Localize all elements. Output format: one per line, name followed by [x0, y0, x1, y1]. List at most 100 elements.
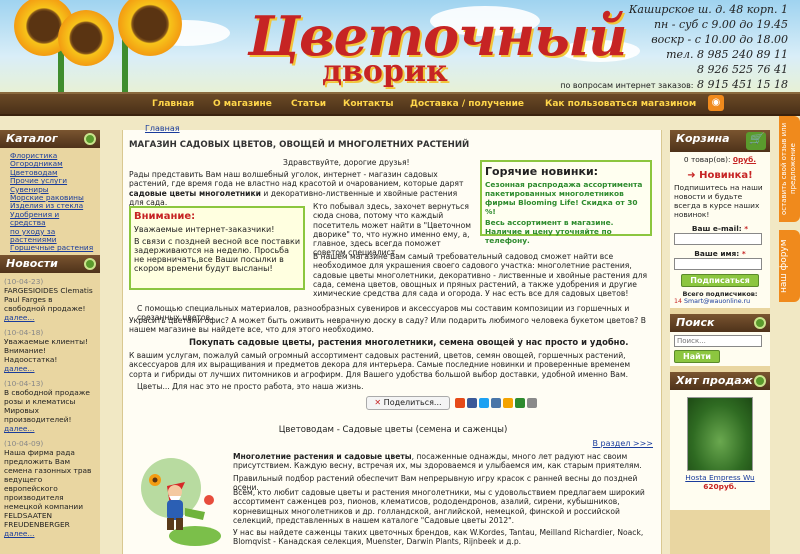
subscribers-label: Всего подписчиков:	[682, 290, 758, 298]
gnome-image	[141, 458, 221, 546]
product-price: 620руб.	[703, 482, 737, 491]
catalog-item[interactable]: Удобрения и средства	[10, 210, 96, 228]
facebook-icon[interactable]	[467, 398, 477, 408]
news-header: Новости	[0, 254, 100, 273]
online-orders-label: по вопросам интернет заказов:	[560, 81, 694, 90]
sunflower-icon	[58, 10, 114, 66]
intro-bold: садовые цветы многолетники	[129, 188, 261, 198]
social-icon[interactable]	[503, 398, 513, 408]
nav-how-to-use[interactable]: Как пользоваться магазином	[545, 99, 696, 109]
cart-header: Корзина 🛒	[670, 130, 770, 152]
share-icon: ✕	[374, 398, 382, 407]
life-text: Цветы... Для нас это не просто работа, э…	[137, 382, 364, 391]
nav-contacts[interactable]: Контакты	[343, 99, 394, 109]
catalog-item[interactable]: Горшечные растения	[10, 244, 96, 253]
search-input[interactable]	[674, 335, 762, 347]
logo-subtitle[interactable]: дворик	[322, 54, 448, 89]
forum-tab[interactable]: наш форум	[779, 230, 800, 302]
visitor-text: Кто побывал здесь, захочет вернуться сюд…	[313, 202, 472, 258]
social-icon[interactable]	[515, 398, 525, 408]
news-list: (10-04-23) FARGESIOIDES Clematis Paul Far…	[0, 273, 100, 542]
brands-text: У нас вы найдете саженцы таких цветочных…	[233, 528, 644, 547]
news-text: Наша фирма рада предложить Вам семена га…	[4, 447, 92, 529]
product-name[interactable]: Hosta Empress Wu	[674, 473, 766, 482]
breadcrumb[interactable]: Главная	[145, 124, 180, 133]
main-nav: Главная О магазине Статьи Контакты Доста…	[0, 92, 800, 116]
attention-text: В связи с поздней весной все поставки за…	[134, 237, 301, 273]
social-icon[interactable]	[455, 398, 465, 408]
cart-icon[interactable]: 🛒	[746, 132, 766, 150]
social-icon[interactable]	[527, 398, 537, 408]
nav-about[interactable]: О магазине	[213, 99, 272, 109]
catalog-header: Каталог	[0, 130, 100, 148]
news-more-link[interactable]: далее...	[4, 313, 35, 322]
vk-icon[interactable]	[491, 398, 501, 408]
to-section-link[interactable]: В раздел >>>	[593, 439, 653, 448]
greeting: Здравствуйте, дорогие друзья!	[283, 158, 410, 167]
leaf-icon	[84, 257, 96, 270]
attention-subtitle: Уважаемые интернет-заказчики!	[134, 225, 275, 234]
services-text: К вашим услугам, пожалуй самый огромный …	[129, 351, 631, 379]
intro-text-part: Рады представить Вам наш волшебный уголо…	[129, 170, 464, 189]
email-label-text: Ваш e-mail:	[691, 224, 742, 233]
news-more-link[interactable]: далее...	[4, 364, 35, 373]
new-title-text: Новинка!	[699, 170, 753, 181]
share-button[interactable]: ✕ Поделиться...	[366, 396, 450, 410]
news-item: (10-04-13) В свободной продаже розы и кле…	[4, 379, 96, 433]
name-label: Ваше имя: *	[694, 249, 746, 258]
right-sidebar: Корзина 🛒 0 товар(ов): 0руб. ➜ Новинка! П…	[670, 130, 770, 554]
name-label-text: Ваше имя:	[694, 249, 740, 258]
nav-delivery[interactable]: Доставка / получение	[410, 99, 524, 109]
offer-text: Всем, кто любит садовые цветы и растения…	[233, 488, 645, 525]
share-label: Поделиться...	[383, 398, 442, 407]
hot-news-title: Горячие новинки:	[485, 165, 599, 178]
news-date: (10-04-09)	[4, 438, 44, 448]
perennials-bold: Многолетние растения и садовые цветы	[233, 452, 412, 461]
subscribe-text: Подпишитесь на наши новости и будьте все…	[674, 183, 763, 219]
twitter-icon[interactable]	[479, 398, 489, 408]
buy-heading: Покупать садовые цветы, растения многоле…	[189, 337, 629, 347]
phone: тел. 8 985 240 89 11	[666, 48, 788, 61]
news-more-link[interactable]: далее...	[4, 529, 35, 538]
new-title: ➜ Новинка!	[674, 170, 766, 181]
hot-news-text: Сезонная распродажа ассортимента пакетир…	[485, 180, 643, 216]
catalog-list: Флористика Огородникам Цветоводам Прочие…	[0, 148, 100, 255]
arrow-icon: ➜	[687, 170, 696, 181]
phone: 8 915 451 15 18	[697, 78, 788, 91]
name-field[interactable]	[674, 258, 762, 270]
counter-icon: 14	[674, 298, 683, 305]
search-title: Поиск	[676, 316, 715, 329]
news-text: FARGESIOIDES Clematis Paul Farges в своб…	[4, 285, 93, 313]
catalog-item[interactable]: по уходу за растениями	[10, 227, 96, 245]
hours-weekday: пн - суб с 9.00 до 19.45	[653, 18, 788, 31]
subscribe-button[interactable]: Подписаться	[681, 274, 759, 287]
hot-news-box: Горячие новинки: Сезонная распродажа асс…	[480, 160, 652, 245]
news-text: В свободной продаже розы и клематисы Мир…	[4, 387, 90, 424]
rss-icon[interactable]: ◉	[708, 95, 724, 111]
page-title: МАГАЗИН САДОВЫХ ЦВЕТОВ, ОВОЩЕЙ И МНОГОЛЕ…	[129, 140, 470, 150]
hosta-image[interactable]	[687, 397, 753, 471]
cart-sum[interactable]: 0руб.	[733, 155, 756, 164]
news-more-link[interactable]: далее...	[4, 424, 35, 433]
feedback-tab[interactable]: оставить свой отзыв или предложение	[779, 116, 800, 222]
search-box: Найти	[670, 332, 770, 366]
bestseller-box: Hosta Empress Wu 620руб.	[670, 390, 770, 510]
email-field[interactable]	[674, 233, 762, 245]
hot-news-text: Весь ассортимент в магазине. Наличие и ц…	[485, 218, 614, 245]
subscribe-box: ➜ Новинка! Подпишитесь на наши новости и…	[670, 167, 770, 308]
cart-title: Корзина	[676, 132, 730, 145]
assortment-text: В нашем магазине Вам самый требовательны…	[313, 252, 648, 299]
nav-articles[interactable]: Статьи	[291, 99, 326, 109]
search-button[interactable]: Найти	[674, 350, 720, 363]
attention-box: Внимание: Уважаемые интернет-заказчики! …	[129, 206, 305, 290]
news-item: (10-04-18) Уважаемые клиенты! Внимание! Н…	[4, 328, 96, 373]
left-sidebar: Каталог Флористика Огородникам Цветовода…	[0, 130, 100, 554]
contact-info: Каширское ш. д. 48 корп. 1 пн - суб с 9.…	[560, 2, 788, 93]
leaf-icon	[84, 133, 96, 145]
cart-items: 0 товар(ов):	[683, 155, 731, 164]
leaf-icon	[754, 375, 766, 387]
subscribers-email-text: Smart@wauonline.ru	[684, 298, 751, 305]
hours-sunday: воскр - с 10.00 до 18.00	[651, 33, 788, 46]
nav-home[interactable]: Главная	[152, 99, 194, 109]
news-item: (10-04-23) FARGESIOIDES Clematis Paul Far…	[4, 277, 96, 322]
